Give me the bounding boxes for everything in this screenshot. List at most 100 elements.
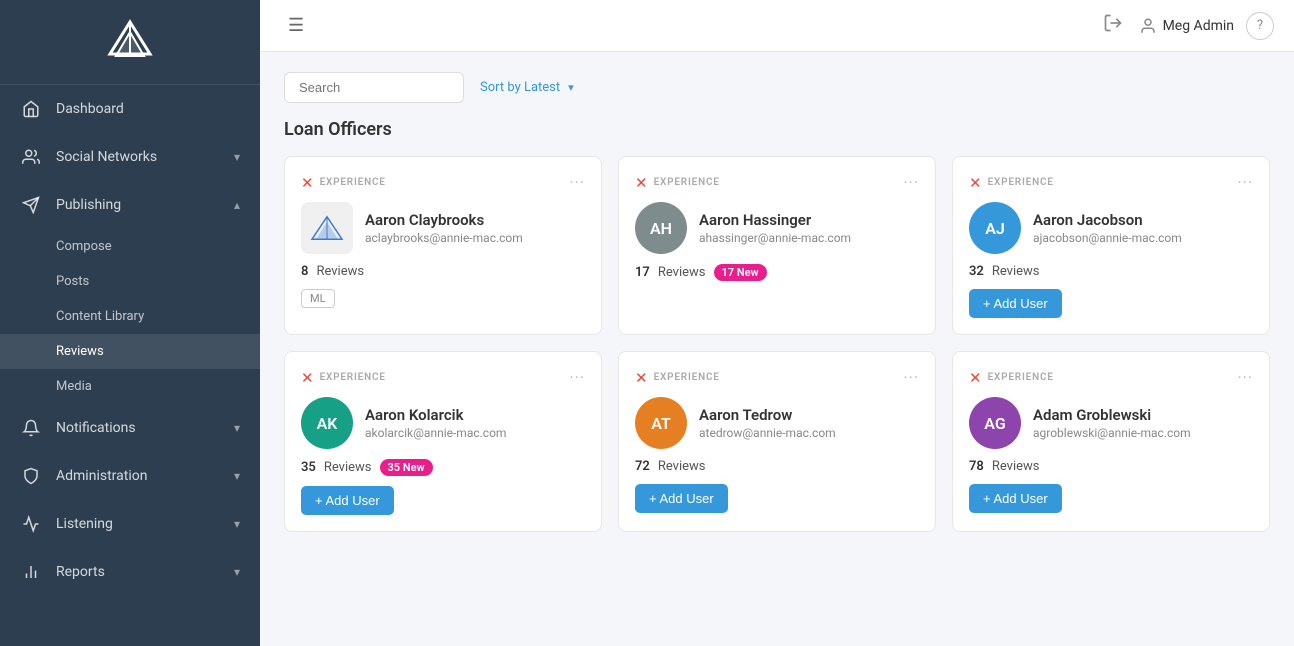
sidebar-item-dashboard[interactable]: Dashboard bbox=[0, 85, 260, 133]
sidebar-subitem-reviews-label: Reviews bbox=[56, 344, 104, 359]
reviews-count: 35 bbox=[301, 460, 316, 475]
profile-name: Aaron Tedrow bbox=[699, 406, 919, 424]
topbar-help-button[interactable]: ? bbox=[1246, 12, 1274, 40]
topbar-username: Meg Admin bbox=[1163, 18, 1234, 34]
card-tags: ML bbox=[301, 289, 585, 308]
experience-icon: ✕ bbox=[301, 369, 314, 387]
sidebar-subitem-media[interactable]: Media bbox=[0, 369, 260, 404]
tag: ML bbox=[301, 289, 335, 308]
sidebar-item-notifications[interactable]: Notifications ▾ bbox=[0, 404, 260, 452]
sidebar-item-listening[interactable]: Listening ▾ bbox=[0, 500, 260, 548]
sidebar-nav: Dashboard Social Networks ▾ bbox=[0, 85, 260, 646]
sort-chevron-icon: ▾ bbox=[568, 81, 574, 94]
experience-icon: ✕ bbox=[635, 369, 648, 387]
sidebar-item-publishing[interactable]: Publishing ▴ bbox=[0, 181, 260, 229]
experience-icon: ✕ bbox=[969, 369, 982, 387]
cards-grid: ✕ EXPERIENCE ··· Aaron Claybrooks aclayb… bbox=[284, 156, 1270, 532]
toolbar: Sort by Latest ▾ bbox=[284, 72, 1270, 103]
send-icon bbox=[20, 194, 42, 216]
sidebar-subitem-posts[interactable]: Posts bbox=[0, 264, 260, 299]
sidebar-subitem-compose[interactable]: Compose bbox=[0, 229, 260, 264]
new-badge: 35 New bbox=[380, 459, 433, 476]
profile-info: Aaron Jacobson ajacobson@annie-mac.com bbox=[1033, 211, 1253, 245]
app-logo-icon bbox=[106, 18, 154, 66]
card-profile: AT Aaron Tedrow atedrow@annie-mac.com bbox=[635, 397, 919, 449]
menu-toggle-button[interactable]: ☰ bbox=[280, 11, 312, 40]
profile-info: Adam Groblewski agroblewski@annie-mac.co… bbox=[1033, 406, 1253, 440]
card-aaron-hassinger: ✕ EXPERIENCE ··· AH Aaron Hassinger ahas… bbox=[618, 156, 936, 335]
card-profile: AJ Aaron Jacobson ajacobson@annie-mac.co… bbox=[969, 202, 1253, 254]
sidebar-item-publishing-label: Publishing bbox=[56, 197, 234, 213]
card-reviews: 72 Reviews bbox=[635, 459, 919, 474]
experience-icon: ✕ bbox=[635, 174, 648, 192]
sidebar-subitem-reviews[interactable]: Reviews bbox=[0, 334, 260, 369]
card-header: ✕ EXPERIENCE ··· bbox=[635, 368, 919, 387]
sort-dropdown[interactable]: Sort by Latest ▾ bbox=[480, 80, 574, 95]
profile-email: agroblewski@annie-mac.com bbox=[1033, 426, 1253, 440]
reviews-count: 72 bbox=[635, 459, 650, 474]
reviews-count: 78 bbox=[969, 459, 984, 474]
reviews-label: Reviews bbox=[658, 459, 706, 474]
reviews-label: Reviews bbox=[658, 265, 706, 280]
search-input[interactable] bbox=[284, 72, 464, 103]
badge-label: EXPERIENCE bbox=[988, 177, 1054, 188]
card-aaron-tedrow: ✕ EXPERIENCE ··· AT Aaron Tedrow atedrow… bbox=[618, 351, 936, 532]
chevron-down-icon: ▾ bbox=[234, 150, 240, 164]
badge-label: EXPERIENCE bbox=[320, 177, 386, 188]
bar-chart-icon bbox=[20, 561, 42, 583]
card-menu-button[interactable]: ··· bbox=[1237, 173, 1253, 192]
profile-email: aclaybrooks@annie-mac.com bbox=[365, 231, 585, 245]
avatar: AJ bbox=[969, 202, 1021, 254]
chevron-down-icon-admin: ▾ bbox=[234, 469, 240, 483]
avatar: AT bbox=[635, 397, 687, 449]
card-reviews: 8 Reviews bbox=[301, 264, 585, 279]
card-header: ✕ EXPERIENCE ··· bbox=[969, 368, 1253, 387]
card-header: ✕ EXPERIENCE ··· bbox=[969, 173, 1253, 192]
card-badge: ✕ EXPERIENCE bbox=[969, 174, 1054, 192]
card-profile: Aaron Claybrooks aclaybrooks@annie-mac.c… bbox=[301, 202, 585, 254]
profile-name: Adam Groblewski bbox=[1033, 406, 1253, 424]
chevron-down-icon-listening: ▾ bbox=[234, 517, 240, 531]
profile-name: Aaron Hassinger bbox=[699, 211, 919, 229]
card-reviews: 78 Reviews bbox=[969, 459, 1253, 474]
card-reviews: 17 Reviews 17 New bbox=[635, 264, 919, 281]
topbar: ☰ Meg Admin ? bbox=[260, 0, 1294, 52]
card-menu-button[interactable]: ··· bbox=[903, 173, 919, 192]
card-reviews: 32 Reviews bbox=[969, 264, 1253, 279]
add-user-button[interactable]: + Add User bbox=[301, 486, 394, 515]
topbar-user[interactable]: Meg Admin bbox=[1139, 17, 1234, 35]
profile-name: Aaron Claybrooks bbox=[365, 211, 585, 229]
profile-email: atedrow@annie-mac.com bbox=[699, 426, 919, 440]
sidebar-subitem-compose-label: Compose bbox=[56, 239, 112, 254]
avatar-logo bbox=[301, 202, 353, 254]
sidebar-item-social-networks[interactable]: Social Networks ▾ bbox=[0, 133, 260, 181]
reviews-label: Reviews bbox=[324, 460, 372, 475]
avatar: AK bbox=[301, 397, 353, 449]
sidebar-item-reports[interactable]: Reports ▾ bbox=[0, 548, 260, 596]
reviews-label: Reviews bbox=[992, 459, 1040, 474]
add-user-button[interactable]: + Add User bbox=[969, 484, 1062, 513]
experience-icon: ✕ bbox=[969, 174, 982, 192]
card-menu-button[interactable]: ··· bbox=[1237, 368, 1253, 387]
logout-button[interactable] bbox=[1099, 9, 1127, 42]
sidebar-item-dashboard-label: Dashboard bbox=[56, 101, 240, 117]
card-menu-button[interactable]: ··· bbox=[569, 173, 585, 192]
experience-icon: ✕ bbox=[301, 174, 314, 192]
card-menu-button[interactable]: ··· bbox=[903, 368, 919, 387]
users-icon bbox=[20, 146, 42, 168]
profile-email: akolarcik@annie-mac.com bbox=[365, 426, 585, 440]
bell-icon bbox=[20, 417, 42, 439]
card-adam-groblewski: ✕ EXPERIENCE ··· AG Adam Groblewski agro… bbox=[952, 351, 1270, 532]
home-icon bbox=[20, 98, 42, 120]
sidebar-item-notifications-label: Notifications bbox=[56, 420, 234, 436]
add-user-button[interactable]: + Add User bbox=[969, 289, 1062, 318]
reviews-count: 17 bbox=[635, 265, 650, 280]
sidebar-item-administration[interactable]: Administration ▾ bbox=[0, 452, 260, 500]
add-user-button[interactable]: + Add User bbox=[635, 484, 728, 513]
main-area: ☰ Meg Admin ? Sort by Latest ▾ bbox=[260, 0, 1294, 646]
card-menu-button[interactable]: ··· bbox=[569, 368, 585, 387]
sidebar-subitem-content-library[interactable]: Content Library bbox=[0, 299, 260, 334]
reviews-count: 32 bbox=[969, 264, 984, 279]
sidebar-logo bbox=[0, 0, 260, 85]
card-profile: AG Adam Groblewski agroblewski@annie-mac… bbox=[969, 397, 1253, 449]
